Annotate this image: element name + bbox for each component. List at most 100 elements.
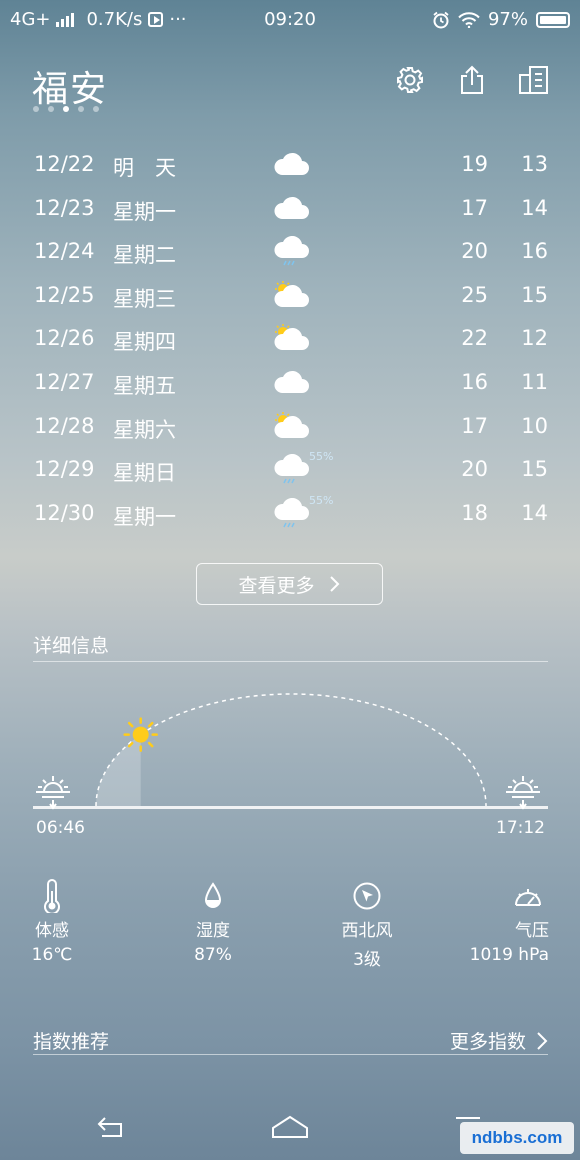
precipitation-probability: 55% — [309, 450, 334, 464]
watermark-text: ndbbs.com — [471, 1128, 563, 1147]
droplet-icon — [204, 882, 222, 908]
feels-like: 体感 16℃ — [22, 878, 82, 965]
sunset-time: 17:12 — [496, 818, 545, 838]
page-dot — [78, 106, 84, 112]
forecast-day: 星期一 — [113, 504, 176, 529]
forecast-row[interactable]: 12/27 星期五 16 11 — [0, 361, 580, 405]
sunrise-time: 06:46 — [36, 818, 85, 838]
forecast-low: 10 — [521, 413, 548, 438]
forecast-row[interactable]: 12/25 星期三 25 15 — [0, 274, 580, 318]
chevron-right-icon — [537, 1031, 548, 1050]
index-title: 指数推荐 — [33, 1031, 110, 1053]
details-divider — [33, 661, 548, 662]
pressure-value: 1019 hPa — [469, 945, 549, 965]
cloudy-icon — [272, 149, 312, 179]
clock: 09:20 — [264, 9, 316, 30]
forecast-row[interactable]: 12/24 星期二 20 16 — [0, 230, 580, 274]
forecast-high: 19 — [461, 152, 488, 176]
forecast-low: 12 — [521, 326, 548, 351]
page-dot-active — [63, 106, 69, 112]
wind-label: 西北风 — [341, 921, 393, 941]
forecast-list: 12/22 明 天 19 13 12/23 星期一 17 14 12/24 星期二 20 16 12/2… — [0, 143, 580, 535]
forecast-low: 15 — [521, 282, 548, 307]
forecast-low: 15 — [521, 457, 548, 482]
weather-details: 体感 16℃ 湿度 87% 西北风 3级 气压 1019 hPa — [0, 878, 580, 978]
alarm-icon — [433, 11, 449, 28]
home-icon — [272, 1115, 308, 1138]
forecast-row[interactable]: 12/28 星期六 17 10 — [0, 405, 580, 449]
forecast-date: 12/28 — [34, 413, 95, 438]
partly-cloudy-icon — [272, 280, 312, 310]
forecast-high: 16 — [461, 369, 488, 394]
chevron-right-icon — [329, 576, 339, 592]
forecast-day: 星期三 — [113, 286, 176, 311]
view-more-label: 查看更多 — [238, 574, 315, 597]
sunrise-icon — [36, 776, 70, 810]
forecast-day: 星期六 — [113, 417, 176, 442]
precipitation-probability: 55% — [309, 493, 334, 507]
battery-percentage: 97% — [487, 9, 528, 30]
index-divider — [33, 1054, 548, 1055]
forecast-row[interactable]: 12/26 星期四 22 12 — [0, 317, 580, 361]
cloudy-icon — [272, 193, 312, 223]
forecast-day: 星期二 — [113, 243, 176, 268]
page-dot — [93, 106, 99, 112]
forecast-low: 13 — [521, 152, 548, 176]
forecast-day: 星期一 — [113, 199, 176, 224]
view-more-button[interactable]: 查看更多 — [196, 563, 383, 605]
forecast-date: 12/27 — [34, 369, 95, 394]
forecast-day: 星期日 — [113, 461, 176, 486]
share-icon — [461, 65, 483, 94]
wifi-icon — [458, 11, 480, 28]
humidity-value: 87% — [194, 945, 232, 965]
details-title: 详细信息 — [33, 635, 110, 657]
back-button[interactable] — [92, 1110, 132, 1144]
forecast-high: 20 — [461, 457, 488, 482]
forecast-low: 14 — [521, 195, 548, 220]
wind-direction-icon — [353, 882, 381, 910]
feels-like-label: 体感 — [35, 921, 69, 941]
forecast-day: 星期四 — [113, 330, 176, 355]
page-dot — [33, 106, 39, 112]
forecast-date: 12/23 — [34, 195, 95, 220]
light-rain-icon — [272, 497, 312, 528]
forecast-high: 17 — [461, 195, 488, 220]
forecast-day: 明 天 — [113, 156, 176, 180]
forecast-high: 17 — [461, 413, 488, 438]
forecast-date: 12/25 — [34, 282, 95, 307]
home-button[interactable] — [270, 1110, 310, 1144]
watermark-logo: ndbbs.com — [460, 1122, 574, 1154]
back-icon — [97, 1117, 122, 1137]
sun-icon — [123, 717, 158, 752]
partly-cloudy-icon — [272, 323, 312, 353]
forecast-date: 12/22 — [34, 152, 95, 176]
settings-button[interactable] — [394, 64, 426, 96]
forecast-row[interactable]: 12/29 星期日 55% 20 15 — [0, 448, 580, 492]
forecast-date: 12/29 — [34, 457, 95, 482]
forecast-row[interactable]: 12/30 星期一 55% 18 14 — [0, 492, 580, 536]
forecast-low: 11 — [521, 369, 548, 394]
forecast-date: 12/30 — [34, 500, 95, 525]
page-dot — [48, 106, 54, 112]
barometer-icon — [515, 889, 541, 906]
city-manage-button[interactable] — [518, 64, 550, 96]
gear-icon — [397, 67, 423, 93]
wind-value: 3级 — [353, 950, 381, 970]
forecast-row[interactable]: 12/23 星期一 17 14 — [0, 187, 580, 231]
forecast-date: 12/24 — [34, 239, 95, 264]
humidity: 湿度 87% — [183, 878, 243, 965]
forecast-row[interactable]: 12/22 明 天 19 13 — [0, 143, 580, 187]
page-indicator — [33, 106, 99, 112]
pressure-label: 气压 — [515, 921, 549, 941]
more-index-link[interactable]: 更多指数 — [450, 1027, 548, 1054]
light-rain-icon — [272, 236, 312, 266]
forecast-low: 14 — [521, 500, 548, 525]
thermometer-icon — [44, 879, 60, 913]
battery-icon — [536, 11, 570, 28]
building-list-icon — [519, 66, 548, 94]
city-name[interactable]: 福安 — [32, 60, 108, 112]
forecast-high: 20 — [461, 239, 488, 264]
share-button[interactable] — [456, 64, 488, 96]
status-bar: 4G+ 0.7K/s ··· 09:20 97% — [0, 0, 580, 40]
more-index-label: 更多指数 — [449, 1031, 526, 1053]
